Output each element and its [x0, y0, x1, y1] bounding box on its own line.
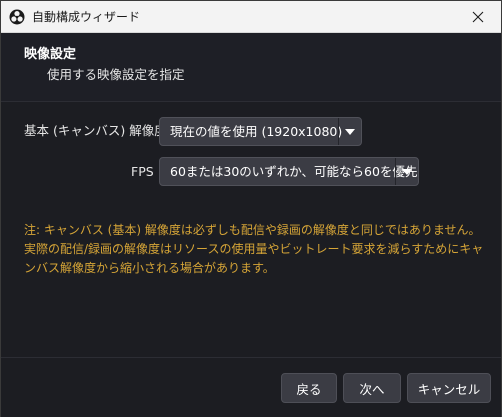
button-bar: 戻る 次へ キャンセル	[1, 358, 501, 417]
base-resolution-label: 基本 (キャンバス) 解像度	[24, 123, 167, 138]
base-resolution-value: 現在の値を使用 (1920x1080)	[170, 124, 343, 139]
page-title: 映像設定	[24, 47, 77, 62]
obs-logo-icon	[9, 9, 25, 25]
base-resolution-dropdown-button[interactable]	[338, 118, 361, 145]
fps-label: FPS	[131, 164, 154, 179]
back-button[interactable]: 戻る	[281, 373, 337, 403]
window-title: 自動構成ウィザード	[32, 10, 141, 24]
base-resolution-select[interactable]: 現在の値を使用 (1920x1080)	[159, 117, 362, 146]
page-header: 映像設定 使用する映像設定を指定	[1, 33, 501, 101]
page-subtitle: 使用する映像設定を指定	[47, 67, 185, 82]
wizard-window: 自動構成ウィザード 映像設定 使用する映像設定を指定 基本 (キャンバス) 解像…	[0, 0, 502, 417]
resolution-note: 注: キャンバス (基本) 解像度は必ずしも配信や録画の解像度と同じではありませ…	[24, 223, 484, 275]
fps-dropdown-button[interactable]	[395, 158, 418, 185]
fps-select[interactable]: 60または30のいずれか、可能なら60を優先	[159, 157, 419, 186]
title-bar: 自動構成ウィザード	[1, 1, 501, 33]
next-button[interactable]: 次へ	[343, 373, 401, 403]
cancel-button[interactable]: キャンセル	[407, 373, 491, 403]
close-button[interactable]	[455, 1, 501, 32]
fps-value: 60または30のいずれか、可能なら60を優先	[170, 164, 418, 179]
close-icon	[472, 11, 484, 22]
chevron-down-icon	[345, 128, 355, 135]
chevron-down-icon	[402, 168, 412, 175]
